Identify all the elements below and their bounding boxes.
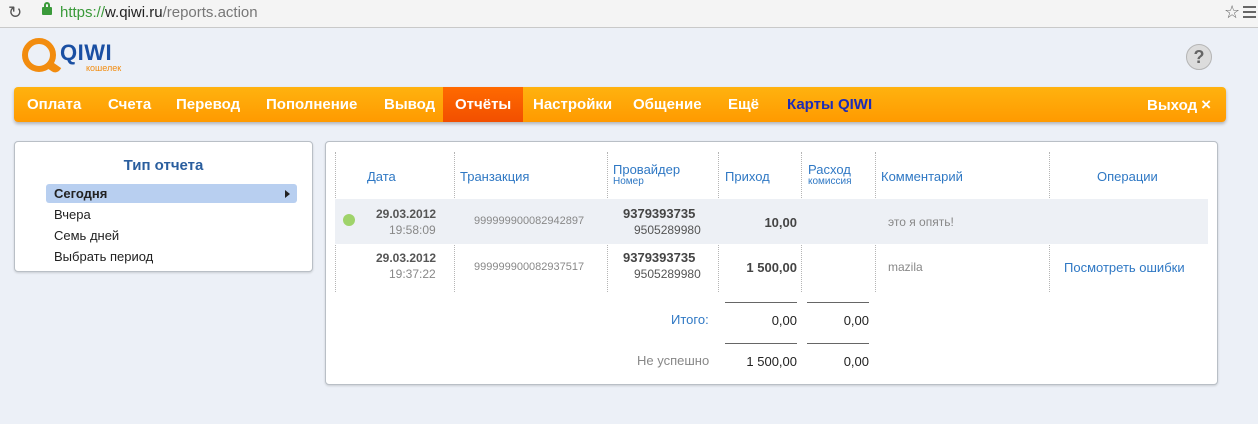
report-type-choose-period[interactable]: Выбрать период xyxy=(54,249,153,264)
main-nav: Оплата Счета Перевод Пополнение Вывод От… xyxy=(14,87,1226,122)
nav-item-topup[interactable]: Пополнение xyxy=(266,87,357,122)
nav-item-qiwi-cards[interactable]: Карты QIWI xyxy=(787,87,872,122)
row-transaction: 999999900082937517 xyxy=(474,261,585,273)
browser-menu-icon[interactable] xyxy=(1243,6,1256,18)
row-comment: это я опять! xyxy=(888,215,954,229)
failed-label: Не успешно xyxy=(637,353,710,368)
failed-income: 1 500,00 xyxy=(746,354,797,369)
report-type-today[interactable]: Сегодня xyxy=(46,184,297,203)
status-success-icon xyxy=(343,214,355,226)
row-number: 9505289980 xyxy=(634,223,701,237)
qiwi-logo[interactable]: QIWI кошелек xyxy=(22,38,132,78)
report-type-title: Тип отчета xyxy=(123,157,204,174)
nav-item-accounts[interactable]: Счета xyxy=(108,87,151,122)
reload-icon[interactable]: ↻ xyxy=(8,3,22,23)
header-expense[interactable]: Расход комиссия xyxy=(808,162,852,187)
nav-item-payment[interactable]: Оплата xyxy=(27,87,81,122)
failed-expense: 0,00 xyxy=(843,354,869,369)
row-transaction: 999999900082942897 xyxy=(474,215,585,227)
url-scheme: https:// xyxy=(60,4,106,21)
lock-icon xyxy=(42,2,52,15)
header-transaction[interactable]: Транзакция xyxy=(460,169,529,184)
header-provider[interactable]: Провайдер Номер xyxy=(613,162,680,187)
row-provider: 9379393735 xyxy=(623,206,696,221)
header-comment[interactable]: Комментарий xyxy=(881,169,963,184)
row-time: 19:58:09 xyxy=(389,223,436,237)
header-operations: Операции xyxy=(1097,169,1158,184)
header-date[interactable]: Дата xyxy=(367,169,396,184)
nav-item-settings[interactable]: Настройки xyxy=(533,87,612,122)
report-type-panel: Тип отчета Сегодня Вчера Семь дней Выбра… xyxy=(14,141,313,272)
totals-income: 0,00 xyxy=(771,313,797,328)
logo-subtitle: кошелек xyxy=(86,63,122,73)
url-path: /reports.action xyxy=(162,4,258,21)
header-number: Номер xyxy=(613,176,644,187)
nav-item-reports[interactable]: Отчёты xyxy=(443,87,524,122)
nav-item-more[interactable]: Ещё xyxy=(728,87,759,122)
row-provider: 9379393735 xyxy=(623,250,696,265)
row-date: 29.03.2012 xyxy=(376,251,437,265)
row-time: 19:37:22 xyxy=(389,267,436,281)
report-type-seven-days[interactable]: Семь дней xyxy=(54,228,119,243)
row-income: 10,00 xyxy=(764,215,797,230)
browser-toolbar: ↻ https://w.qiwi.ru/reports.action ☆ xyxy=(0,0,1258,28)
logout-button[interactable]: Выход × xyxy=(1147,87,1211,122)
totals-expense: 0,00 xyxy=(843,313,869,328)
row-number: 9505289980 xyxy=(634,267,701,281)
bookmark-star-icon[interactable]: ☆ xyxy=(1224,2,1240,23)
report-type-yesterday[interactable]: Вчера xyxy=(54,207,91,222)
address-bar[interactable]: https://w.qiwi.ru/reports.action xyxy=(60,4,258,21)
logout-label: Выход xyxy=(1147,97,1198,114)
help-icon[interactable]: ? xyxy=(1186,44,1212,70)
row-income: 1 500,00 xyxy=(746,260,797,275)
nav-item-withdraw[interactable]: Вывод xyxy=(384,87,435,122)
arrow-right-icon xyxy=(285,190,290,198)
totals-label[interactable]: Итого: xyxy=(671,312,709,327)
nav-item-transfer[interactable]: Перевод xyxy=(176,87,240,122)
report-type-label: Сегодня xyxy=(54,186,108,201)
row-date: 29.03.2012 xyxy=(376,207,437,221)
header-commission: комиссия xyxy=(808,176,852,187)
header-income[interactable]: Приход xyxy=(725,169,770,184)
close-icon: × xyxy=(1201,95,1212,114)
row-comment: mazila xyxy=(888,260,923,274)
url-host: w.qiwi.ru xyxy=(105,4,163,21)
nav-item-communication[interactable]: Общение xyxy=(633,87,702,122)
report-table-panel: Дата Транзакция Провайдер Номер Приход Ра… xyxy=(325,141,1218,385)
view-errors-link[interactable]: Посмотреть ошибки xyxy=(1064,260,1185,275)
